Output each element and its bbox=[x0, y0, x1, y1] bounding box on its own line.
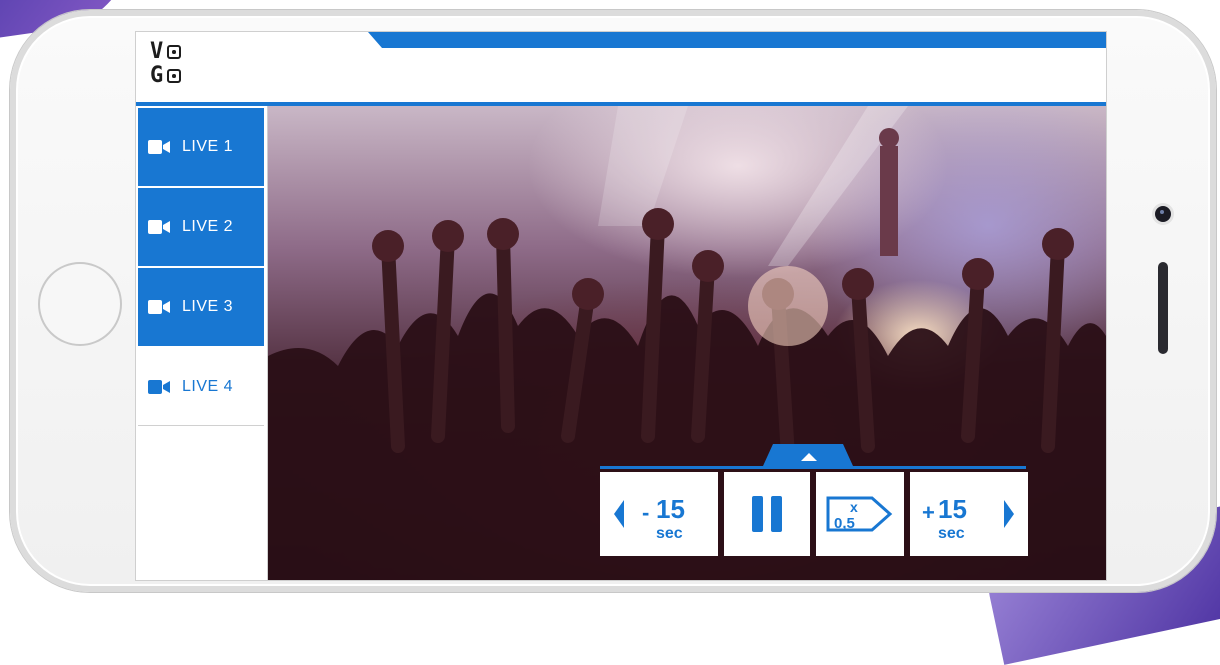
video-camera-icon bbox=[148, 300, 170, 314]
speaker-grille bbox=[1158, 262, 1168, 354]
video-camera-icon bbox=[148, 379, 170, 394]
svg-text:-: - bbox=[642, 500, 649, 525]
forward-15-button[interactable]: + 15 sec bbox=[910, 472, 1028, 556]
video-camera-icon bbox=[148, 220, 170, 234]
sidebar-item-label: LIVE 1 bbox=[182, 138, 234, 155]
svg-text:0,5: 0,5 bbox=[834, 515, 855, 532]
video-camera-icon bbox=[148, 140, 170, 154]
sidebar-item-live-4[interactable]: LIVE 4 bbox=[138, 348, 264, 426]
pause-button[interactable] bbox=[724, 472, 810, 556]
app-screen: V G LIVE 1 LIVE 2 LIVE 3 LIVE 4 - 15 sec… bbox=[135, 31, 1107, 581]
svg-text:sec: sec bbox=[938, 525, 965, 542]
sidebar-item-live-1[interactable]: LIVE 1 bbox=[138, 108, 264, 186]
pause-icon bbox=[752, 496, 782, 532]
rewind-15-icon: - 15 sec bbox=[600, 472, 718, 556]
svg-text:15: 15 bbox=[938, 494, 967, 524]
expand-controls-button[interactable] bbox=[763, 444, 853, 466]
svg-text:15: 15 bbox=[656, 494, 685, 524]
vogo-logo: V G bbox=[150, 40, 210, 88]
controls-top-line bbox=[600, 466, 1026, 469]
rewind-15-button[interactable]: - 15 sec bbox=[600, 472, 718, 556]
svg-text:sec: sec bbox=[656, 525, 683, 542]
forward-15-icon: + 15 sec bbox=[910, 472, 1028, 556]
svg-text:+: + bbox=[922, 500, 935, 525]
live-sidebar: LIVE 1 LIVE 2 LIVE 3 LIVE 4 bbox=[136, 106, 268, 580]
sidebar-item-label: LIVE 3 bbox=[182, 298, 234, 315]
sidebar-item-label: LIVE 2 bbox=[182, 218, 234, 235]
sidebar-item-live-2[interactable]: LIVE 2 bbox=[138, 188, 264, 266]
home-button[interactable] bbox=[38, 262, 122, 346]
speed-button[interactable]: x 0,5 bbox=[816, 472, 904, 556]
svg-text:x: x bbox=[850, 499, 858, 515]
front-camera bbox=[1155, 206, 1171, 222]
header-accent-stripe bbox=[368, 32, 1106, 48]
live-video-player[interactable]: - 15 sec x 0,5 + 15 sec bbox=[268, 106, 1106, 580]
sidebar-item-live-3[interactable]: LIVE 3 bbox=[138, 268, 264, 346]
speed-tag-icon: x 0,5 bbox=[826, 496, 893, 532]
app-header: V G bbox=[136, 32, 1106, 104]
sidebar-item-label: LIVE 4 bbox=[182, 377, 234, 395]
